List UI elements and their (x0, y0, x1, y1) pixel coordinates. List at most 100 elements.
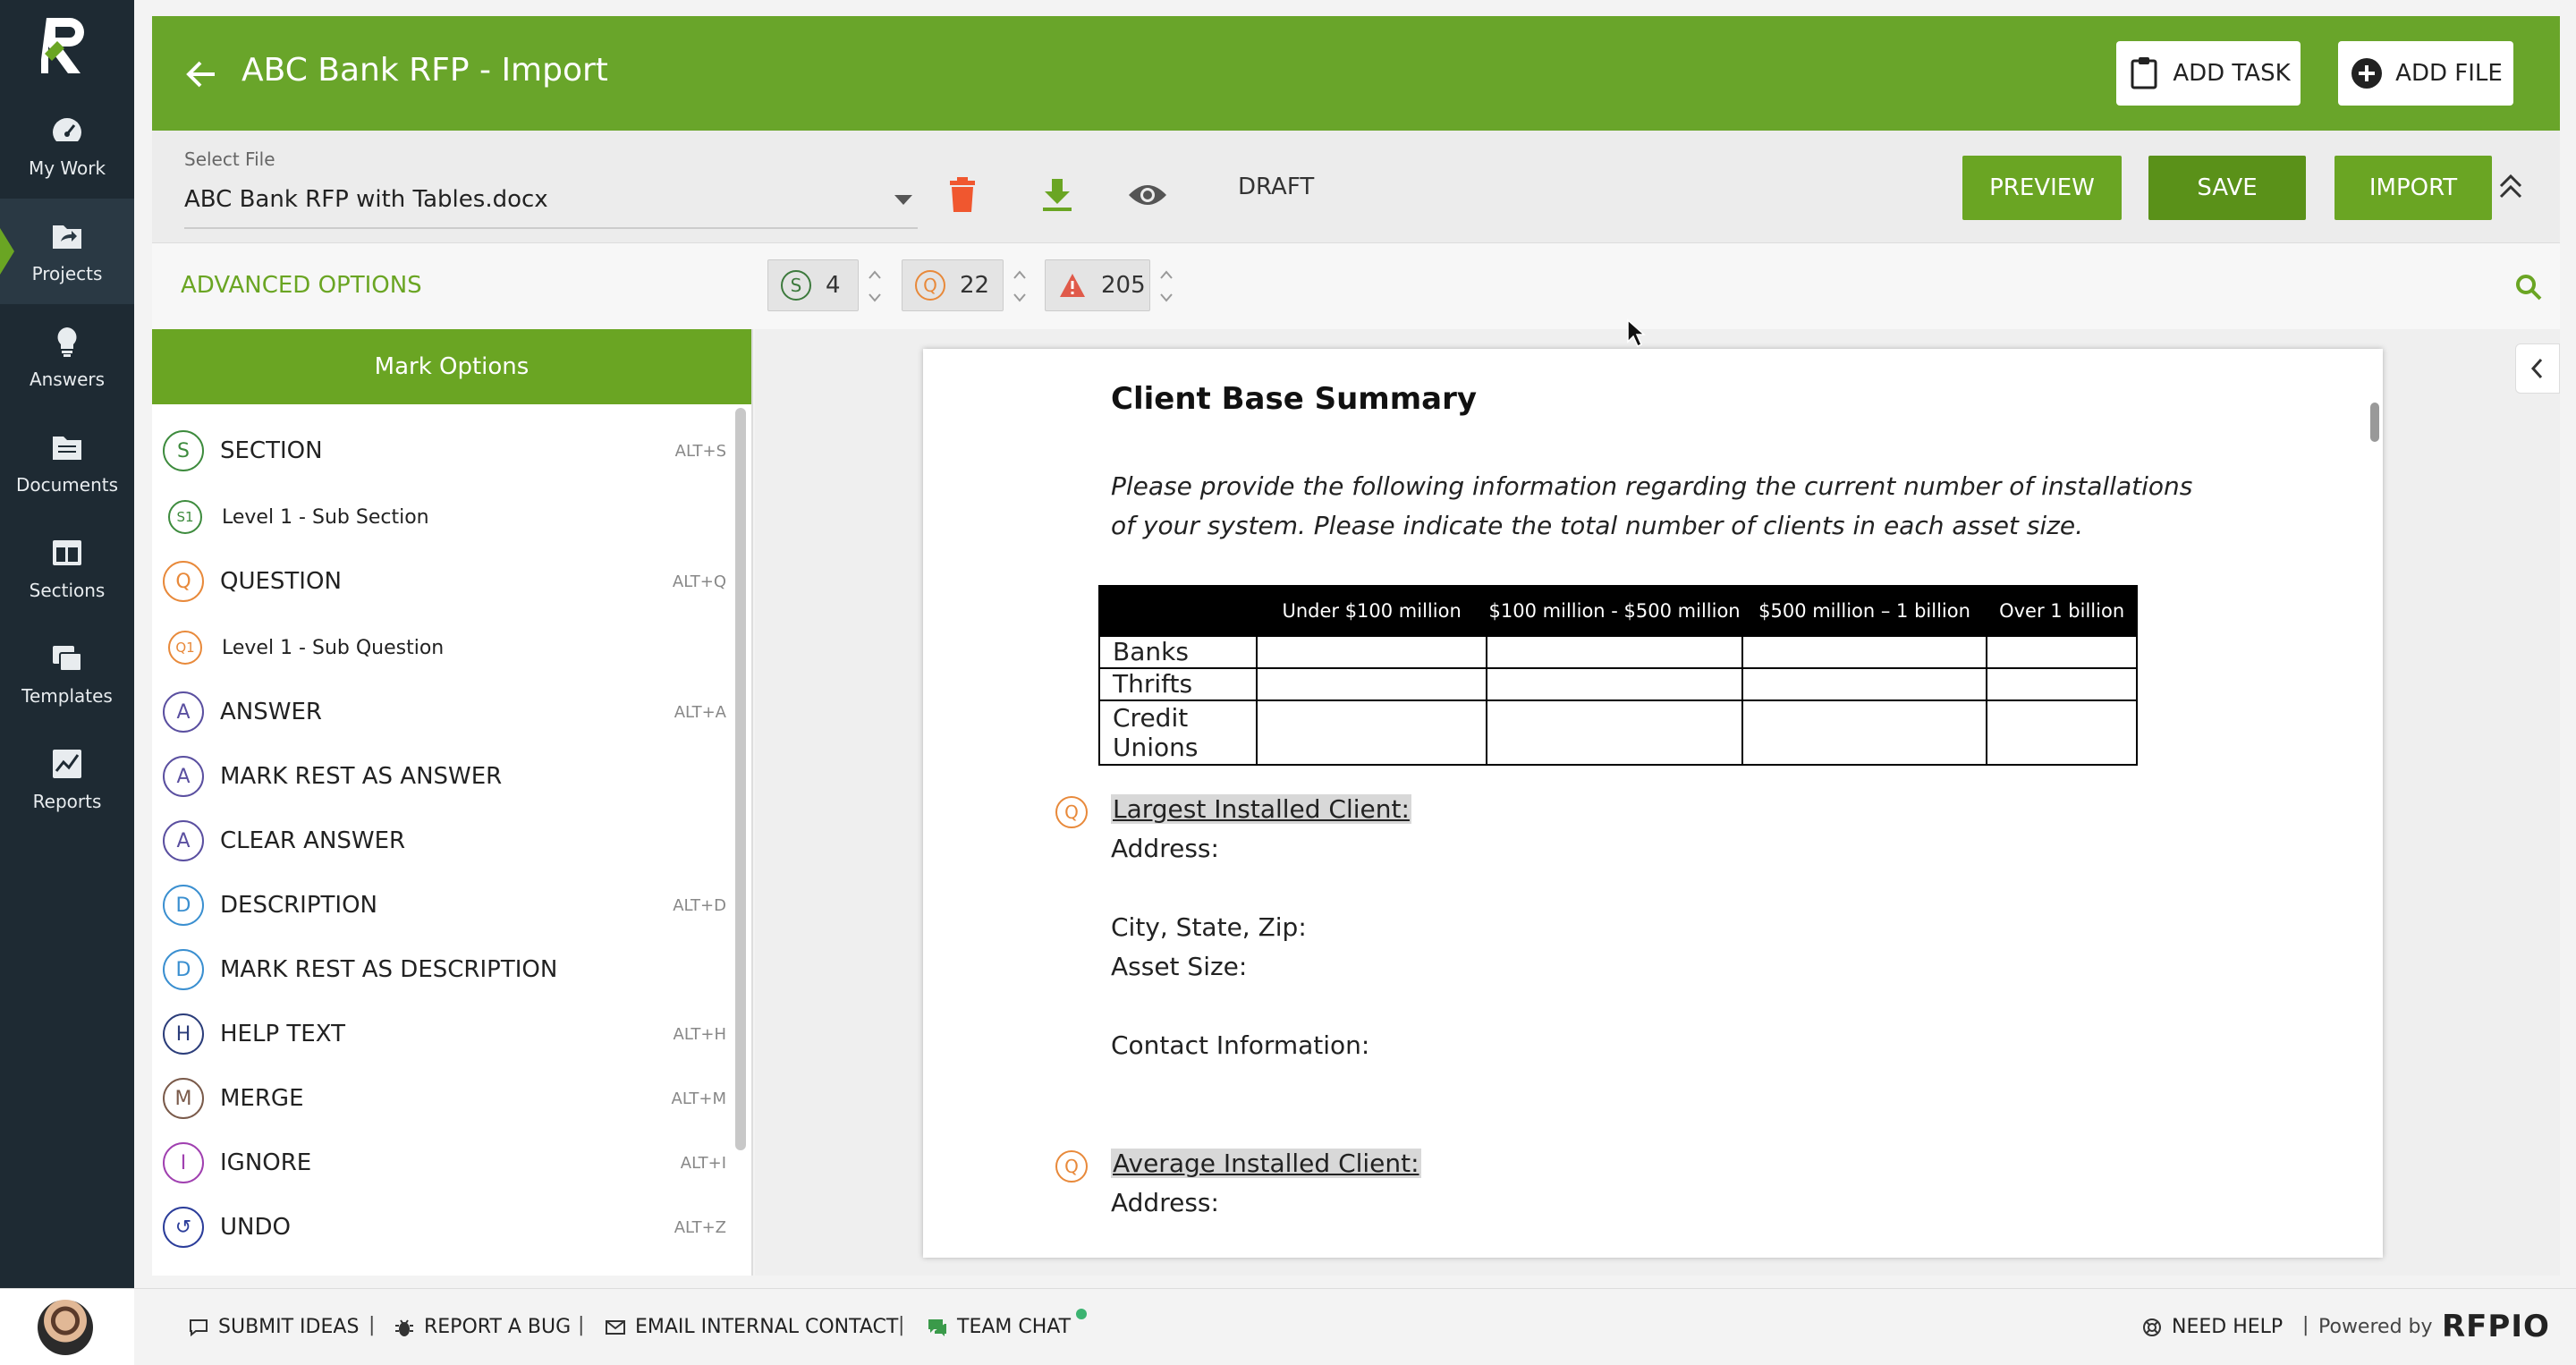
mark-option-level-1-sub-question[interactable]: Q1 Level 1 - Sub Question (163, 621, 726, 674)
preview-button[interactable]: PREVIEW (1962, 156, 2122, 220)
mark-option-shortcut: ALT+H (673, 1024, 726, 1044)
mark-option-mark-rest-as-answer[interactable]: A MARK REST AS ANSWER (163, 750, 726, 803)
reports-icon (53, 750, 81, 778)
doc-question[interactable]: Largest Installed Client: (1111, 794, 1411, 824)
question-counter[interactable]: Q 22 (902, 259, 1026, 311)
document-scrollbar[interactable] (2370, 403, 2379, 442)
table-cell (1741, 699, 1988, 766)
question-marker-icon[interactable]: Q (1055, 796, 1088, 828)
sections-icon (53, 540, 81, 565)
trash-icon[interactable] (945, 175, 980, 215)
mark-option-question[interactable]: Q QUESTION ALT+Q (163, 555, 726, 608)
mark-option-ignore[interactable]: I IGNORE ALT+I (163, 1136, 726, 1190)
mark-option-answer[interactable]: A ANSWER ALT+A (163, 685, 726, 739)
mark-badge-icon: D (163, 949, 204, 990)
nav-templates[interactable]: Templates (0, 621, 134, 726)
doc-field[interactable]: Address: (1111, 1188, 1219, 1217)
clipboard-icon (2131, 57, 2157, 89)
doc-field[interactable]: Address: (1111, 834, 1219, 863)
doc-field[interactable]: Contact Information: (1111, 1030, 1369, 1060)
doc-field[interactable]: City, State, Zip: (1111, 912, 1307, 942)
add-file-button[interactable]: ADD FILE (2338, 41, 2513, 106)
mark-badge-icon: A (163, 756, 204, 797)
nav-documents[interactable]: Documents (0, 410, 134, 515)
bug-icon (395, 1318, 413, 1336)
mark-option-clear-answer[interactable]: A CLEAR ANSWER (163, 814, 726, 868)
mark-option-section[interactable]: S SECTION ALT+S (163, 424, 726, 478)
online-status-dot (1076, 1309, 1088, 1319)
eye-icon[interactable] (1127, 175, 1168, 215)
doc-field[interactable]: Asset Size: (1111, 952, 1247, 981)
footer-separator: | (578, 1314, 585, 1336)
client-table[interactable]: Under $100 million $100 million - $500 m… (1098, 585, 2138, 766)
download-icon[interactable] (1039, 175, 1075, 215)
panel-scrollbar[interactable] (735, 408, 746, 1150)
caret-down-icon[interactable] (894, 195, 912, 205)
select-file-label: Select File (184, 148, 275, 170)
avatar[interactable] (38, 1300, 93, 1355)
doc-intro-text[interactable]: Please provide the following information… (1111, 467, 2220, 546)
nav-answers[interactable]: Answers (0, 304, 134, 410)
side-panel-toggle[interactable] (2515, 343, 2560, 394)
back-arrow-icon[interactable] (184, 57, 218, 91)
mark-option-description[interactable]: D DESCRIPTION ALT+D (163, 878, 726, 932)
import-button[interactable]: IMPORT (2334, 156, 2492, 220)
footer-separator: | (898, 1314, 905, 1336)
table-cell (1986, 667, 2138, 701)
team-chat-link[interactable]: TEAM CHAT (927, 1309, 1088, 1338)
project-header: ABC Bank RFP - Import ADD TASK ADD FILE (152, 16, 2560, 131)
mark-option-level-1-sub-section[interactable]: S1 Level 1 - Sub Section (163, 490, 726, 544)
mark-option-undo[interactable]: ↺ UNDO ALT+Z (163, 1200, 726, 1254)
mark-option-help-text[interactable]: H HELP TEXT ALT+H (163, 1007, 726, 1061)
search-icon[interactable] (2515, 274, 2542, 301)
select-underline (184, 227, 918, 229)
email-contact-link[interactable]: EMAIL INTERNAL CONTACT (605, 1316, 898, 1338)
stepper-icon[interactable] (1155, 260, 1178, 312)
save-button[interactable]: SAVE (2148, 156, 2306, 220)
table-header-cell: Over 1 billion (1986, 585, 2138, 637)
mark-option-label: Level 1 - Sub Question (222, 636, 445, 659)
envelope-icon (606, 1319, 625, 1335)
gauge-icon (53, 118, 81, 141)
question-badge: Q (915, 270, 945, 301)
mark-option-merge[interactable]: M MERGE ALT+M (163, 1072, 726, 1125)
stepper-icon[interactable] (1008, 260, 1031, 312)
stepper-icon[interactable] (863, 260, 886, 312)
warning-triangle-icon (1060, 274, 1085, 297)
mark-badge-icon: S1 (168, 500, 202, 534)
table-header-row: Under $100 million $100 million - $500 m… (1098, 585, 2138, 637)
footer-separator: | (369, 1314, 376, 1336)
question-count: 22 (960, 272, 990, 299)
doc-heading[interactable]: Client Base Summary (1111, 381, 1477, 417)
nav-sections[interactable]: Sections (0, 515, 134, 621)
add-task-button[interactable]: ADD TASK (2116, 41, 2301, 106)
advanced-options-link[interactable]: ADVANCED OPTIONS (181, 272, 422, 299)
section-counter[interactable]: S 4 (767, 259, 881, 311)
nav-projects[interactable]: Projects (0, 199, 134, 304)
warning-counter[interactable]: 205 (1045, 259, 1173, 311)
report-bug-link[interactable]: REPORT A BUG (394, 1316, 571, 1338)
submit-ideas-link[interactable]: SUBMIT IDEAS (188, 1316, 359, 1338)
section-count: 4 (826, 272, 841, 299)
templates-icon (53, 646, 82, 672)
chevron-double-up-icon[interactable] (2497, 172, 2524, 202)
table-cell (1986, 635, 2138, 669)
question-marker-icon[interactable]: Q (1055, 1150, 1088, 1183)
table-row: Thrifts (1098, 667, 2138, 701)
nav-reports[interactable]: Reports (0, 726, 134, 832)
table-row: Banks (1098, 635, 2138, 669)
mark-option-label: UNDO (220, 1214, 291, 1241)
comment-icon (190, 1318, 208, 1336)
table-cell (1486, 699, 1743, 766)
need-help-link[interactable]: NEED HELP (2141, 1316, 2283, 1338)
doc-question[interactable]: Average Installed Client: (1111, 1149, 1421, 1178)
nav-label: Reports (32, 791, 102, 812)
nav-my-work[interactable]: My Work (0, 93, 134, 199)
mark-option-shortcut: ALT+M (671, 1089, 726, 1108)
mark-option-label: Level 1 - Sub Section (222, 505, 429, 529)
mark-option-mark-rest-as-description[interactable]: D MARK REST AS DESCRIPTION (163, 943, 726, 996)
table-header-cell: Under $100 million (1255, 585, 1488, 637)
document-page: Client Base Summary Please provide the f… (923, 349, 2383, 1258)
rfpio-logo-icon[interactable] (41, 14, 91, 79)
select-file-dropdown[interactable]: ABC Bank RFP with Tables.docx (184, 186, 548, 213)
